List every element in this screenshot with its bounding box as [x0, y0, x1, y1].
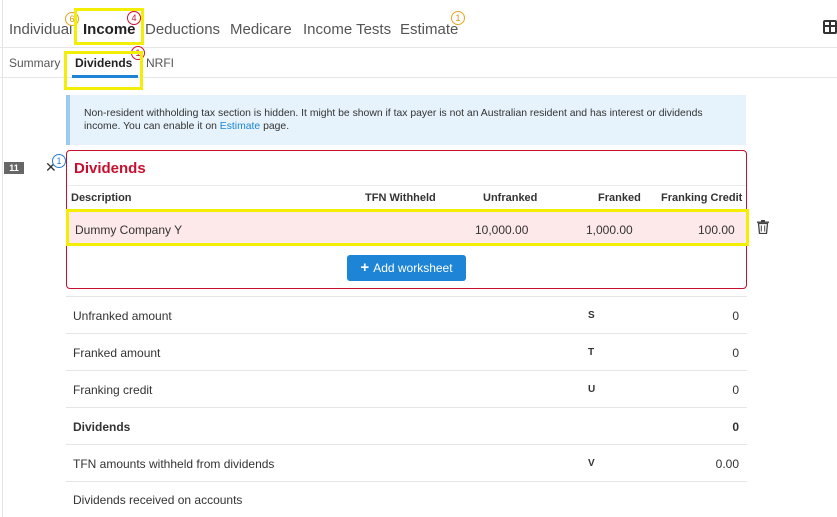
tab-estimate[interactable]: Estimate — [400, 21, 458, 38]
tab-income[interactable]: Income — [83, 21, 136, 38]
summary-code: V — [588, 458, 595, 469]
section-title: Dividends — [74, 160, 146, 177]
row-description[interactable]: Dummy Company Y — [75, 223, 182, 237]
info-text: Non-resident withholding tax section is … — [84, 108, 703, 132]
row-unfranked[interactable]: 10,000.00 — [475, 223, 528, 237]
summary-row-tfn-withheld: TFN amounts withheld from dividends V 0.… — [66, 444, 747, 481]
summary-value: 0.00 — [715, 457, 739, 471]
summary-row-franking-credit: Franking credit U 0 — [66, 370, 747, 407]
add-worksheet-label: Add worksheet — [373, 261, 453, 275]
row-franked[interactable]: 1,000.00 — [586, 223, 633, 237]
summary-value: 0 — [732, 309, 739, 323]
summary-value: 0 — [732, 383, 739, 397]
divider — [67, 185, 746, 186]
summary-label: TFN amounts withheld from dividends — [73, 457, 275, 471]
plus-icon: + — [360, 259, 370, 276]
summary-code: S — [588, 310, 595, 321]
row-franking-credit[interactable]: 100.00 — [698, 223, 735, 237]
col-description: Description — [71, 192, 132, 204]
add-worksheet-button[interactable]: + Add worksheet — [347, 255, 466, 281]
tab-individual[interactable]: Individual — [9, 21, 72, 38]
subtab-dividends[interactable]: Dividends — [75, 56, 132, 70]
tab-medicare[interactable]: Medicare — [230, 21, 292, 38]
info-banner: Non-resident withholding tax section is … — [66, 95, 746, 145]
item-badge: 1 — [52, 154, 66, 168]
subtab-dividends-badge: 1 — [131, 46, 145, 60]
active-subtab-indicator — [72, 75, 138, 78]
tab-income-tests[interactable]: Income Tests — [303, 21, 391, 38]
summary-label: Dividends — [73, 420, 131, 434]
estimate-link[interactable]: Estimate — [220, 121, 260, 132]
tab-individual-badge: 6 — [65, 12, 79, 26]
summary-code: U — [588, 384, 596, 395]
summary-row-dividends-on-accounts: Dividends received on accounts — [66, 481, 747, 517]
subtab-nrfi[interactable]: NRFI — [146, 56, 174, 70]
grid-layout-icon[interactable] — [823, 20, 837, 34]
tab-estimate-badge: 1 — [451, 11, 465, 25]
summary-row-dividends-total: Dividends 0 — [66, 407, 747, 444]
summary-label: Dividends received on accounts — [73, 493, 243, 507]
summary-value: 0 — [732, 346, 739, 360]
tab-income-badge: 4 — [127, 11, 141, 25]
col-franking-credit: Franking Credit — [661, 192, 743, 204]
top-tab-bar: Individual 6 Income 4 Deductions Medicar… — [0, 0, 837, 48]
summary-value: 0 — [732, 420, 739, 434]
summary-label: Franking credit — [73, 383, 153, 397]
summary-row-unfranked: Unfranked amount S 0 — [66, 296, 747, 333]
summary-code: T — [588, 347, 595, 358]
subtab-summary[interactable]: Summary — [9, 56, 60, 70]
col-tfn-withheld: TFN Withheld — [365, 192, 436, 204]
sub-tab-bar: Summary Dividends 1 NRFI — [0, 46, 837, 78]
trash-icon[interactable] — [757, 220, 769, 234]
item-number: 11 — [4, 162, 24, 174]
summary-row-franked: Franked amount T 0 — [66, 333, 747, 370]
col-franked: Franked — [598, 192, 641, 204]
col-unfranked: Unfranked — [483, 192, 538, 204]
summary-label: Unfranked amount — [73, 309, 172, 323]
info-suffix: page. — [260, 121, 290, 132]
tab-deductions[interactable]: Deductions — [145, 21, 220, 38]
summary-label: Franked amount — [73, 346, 161, 360]
dividends-section: Dividends Description TFN Withheld Unfra… — [66, 150, 747, 289]
